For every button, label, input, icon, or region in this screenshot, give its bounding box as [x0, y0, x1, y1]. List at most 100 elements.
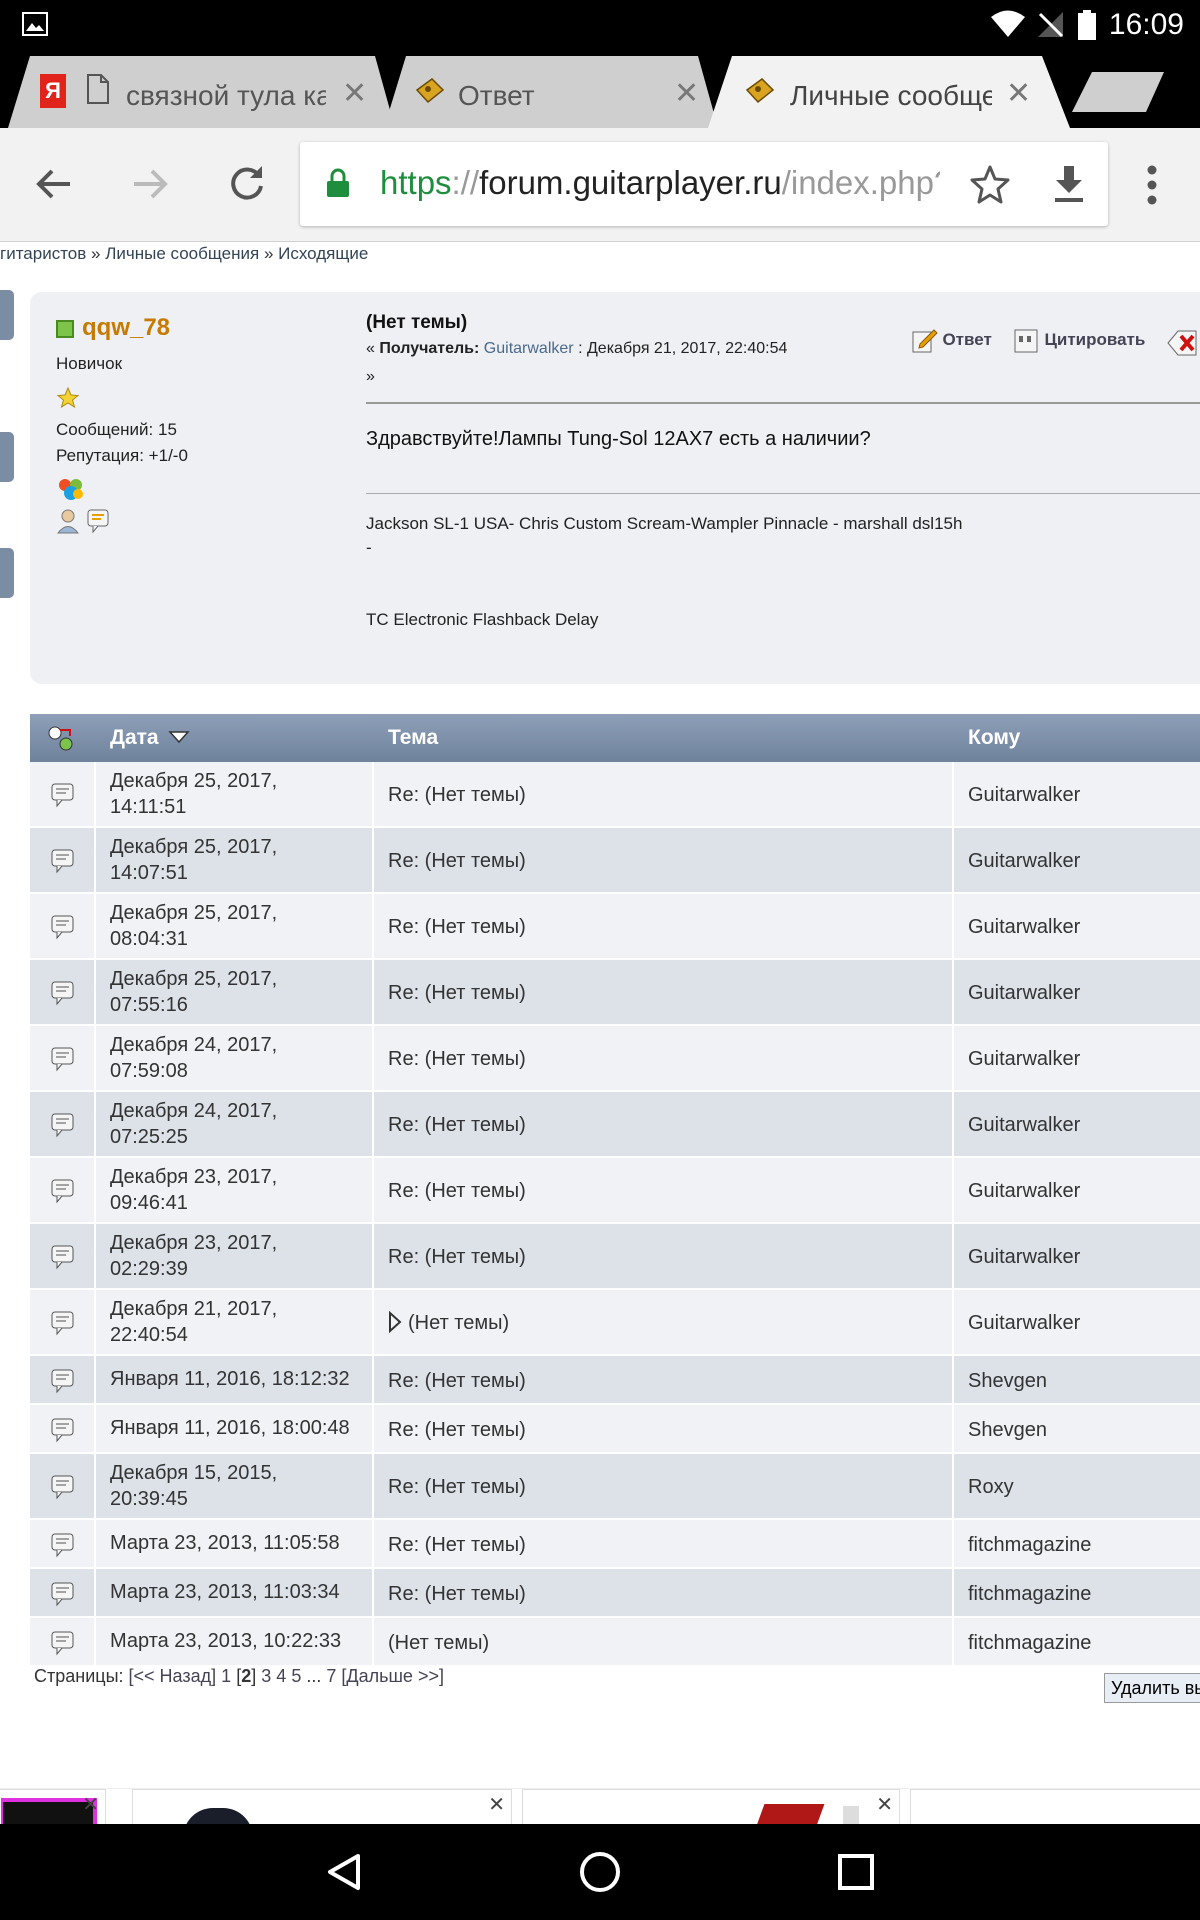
subject-link[interactable]: Re: (Нет темы)	[388, 1534, 526, 1557]
table-row[interactable]: Марта 23, 2013, 11:03:34 Re: (Нет темы) fi…	[30, 1569, 1200, 1618]
msn-icon[interactable]	[56, 476, 86, 502]
pager-page-7[interactable]: 7	[326, 1666, 336, 1686]
side-tab-handle[interactable]	[0, 432, 14, 482]
table-row[interactable]: Января 11, 2016, 18:12:32 Re: (Нет темы) S…	[30, 1356, 1200, 1405]
side-tab-handle[interactable]	[0, 548, 14, 598]
table-row[interactable]: Декабря 23, 2017, 02:29:39 Re: (Нет темы) G…	[30, 1224, 1200, 1290]
table-row[interactable]: Декабря 24, 2017, 07:59:08 Re: (Нет темы) G…	[30, 1026, 1200, 1092]
ad-close-icon[interactable]: ✕	[488, 1792, 505, 1817]
delete-selected-button[interactable]: Удалить вы	[1104, 1673, 1200, 1703]
table-row[interactable]: Декабря 25, 2017, 14:07:51 Re: (Нет темы) G…	[30, 828, 1200, 894]
new-tab-button[interactable]	[1070, 70, 1166, 114]
subject-link[interactable]: Re: (Нет темы)	[388, 1180, 526, 1203]
recipient-link[interactable]: fitchmagazine	[968, 1534, 1091, 1557]
recipient-link[interactable]: fitchmagazine	[968, 1632, 1091, 1655]
subject-link[interactable]: Re: (Нет темы)	[388, 1370, 526, 1393]
recipient-link[interactable]: Guitarwalker	[968, 1246, 1080, 1269]
recipient-link[interactable]: Guitarwalker	[968, 916, 1080, 939]
subject-link[interactable]: Re: (Нет темы)	[388, 982, 526, 1005]
pager-page-1[interactable]: 1	[221, 1666, 231, 1686]
table-row[interactable]: Марта 23, 2013, 11:05:58 Re: (Нет темы) fi…	[30, 1520, 1200, 1569]
subject-link[interactable]: Re: (Нет темы)	[388, 784, 526, 807]
date-text: 20:39:45	[110, 1488, 188, 1510]
table-row[interactable]: Декабря 21, 2017, 22:40:54 (Нет темы) Guita…	[30, 1290, 1200, 1356]
send-pm-icon[interactable]	[86, 508, 112, 534]
pager-page-4[interactable]: 4	[276, 1666, 286, 1686]
table-row[interactable]: Января 11, 2016, 18:00:48 Re: (Нет темы) S…	[30, 1405, 1200, 1454]
table-row[interactable]: Декабря 24, 2017, 07:25:25 Re: (Нет темы) G…	[30, 1092, 1200, 1158]
nav-back-icon[interactable]	[324, 1852, 364, 1892]
nav-home-icon[interactable]	[578, 1850, 622, 1894]
subject-link[interactable]: Re: (Нет темы)	[388, 1583, 526, 1606]
recipient-link[interactable]: Shevgen	[968, 1419, 1047, 1442]
recipient-link[interactable]: fitchmagazine	[968, 1583, 1091, 1606]
recipient-link[interactable]: Guitarwalker	[968, 1114, 1080, 1137]
subject-link[interactable]: Re: (Нет темы)	[388, 1419, 526, 1442]
subject-link[interactable]: (Нет темы)	[388, 1632, 489, 1655]
recipient-link[interactable]: Guitarwalker	[968, 1180, 1080, 1203]
row-icon-cell	[30, 1290, 96, 1354]
tab-private-messages[interactable]: Личные сообщения ✕	[706, 56, 1076, 128]
reload-icon[interactable]	[228, 164, 266, 202]
ad-close-icon[interactable]: ✕	[82, 1792, 99, 1817]
download-icon[interactable]	[1052, 164, 1086, 204]
pager-next[interactable]: [Дальше >>]	[341, 1666, 444, 1686]
close-tab-icon[interactable]: ✕	[342, 76, 367, 111]
recipient-link[interactable]: Guitarwalker	[484, 340, 574, 357]
table-row[interactable]: Декабря 25, 2017, 14:11:51 Re: (Нет темы) G…	[30, 762, 1200, 828]
subject-link[interactable]: Re: (Нет темы)	[388, 916, 526, 939]
recipient-link[interactable]: Roxy	[968, 1476, 1014, 1499]
reply-button[interactable]: Ответ	[910, 326, 992, 354]
ad-banner[interactable]: ✕	[0, 1789, 106, 1825]
side-tab-handle[interactable]	[0, 290, 14, 340]
table-row[interactable]: Декабря 23, 2017, 09:46:41 Re: (Нет темы) G…	[30, 1158, 1200, 1224]
column-header-subject[interactable]: Тема	[388, 726, 438, 750]
delete-message-icon[interactable]	[1166, 328, 1200, 358]
pager-page-5[interactable]: 5	[291, 1666, 301, 1686]
subject-link[interactable]: (Нет темы)	[408, 1312, 509, 1335]
ad-banner[interactable]	[910, 1789, 1200, 1825]
column-header-to[interactable]: Кому	[968, 726, 1020, 750]
subject-link[interactable]: Re: (Нет темы)	[388, 1048, 526, 1071]
column-header-date[interactable]: Дата	[110, 726, 191, 750]
breadcrumb-private-messages[interactable]: Личные сообщения	[105, 244, 259, 263]
close-tab-icon[interactable]: ✕	[674, 76, 699, 111]
recipient-link[interactable]: Guitarwalker	[968, 1048, 1080, 1071]
date-cell: Марта 23, 2013, 11:05:58	[96, 1520, 374, 1567]
recipient-link[interactable]: Guitarwalker	[968, 784, 1080, 807]
menu-dots-icon[interactable]	[1144, 164, 1160, 206]
subject-link[interactable]: Re: (Нет темы)	[388, 850, 526, 873]
subject-link[interactable]: Re: (Нет темы)	[388, 1246, 526, 1269]
ad-image	[183, 1808, 253, 1825]
ad-banner[interactable]: ✕	[522, 1789, 900, 1825]
subject-link[interactable]: Re: (Нет темы)	[388, 1476, 526, 1499]
breadcrumb-guitarists[interactable]: гитаристов	[0, 244, 86, 263]
tab-svyaznoy[interactable]: Я связной тула ка ✕	[0, 56, 400, 128]
table-row[interactable]: Декабря 15, 2015, 20:39:45 Re: (Нет темы) R…	[30, 1454, 1200, 1520]
address-bar[interactable]: https://forum.guitarplayer.ru/index.php?…	[300, 142, 1108, 226]
subject-link[interactable]: Re: (Нет темы)	[388, 1114, 526, 1137]
nav-recents-icon[interactable]	[836, 1852, 876, 1892]
quote-button[interactable]: Цитировать	[1012, 326, 1145, 354]
bookmark-star-icon[interactable]	[970, 164, 1010, 204]
recipient-cell: Guitarwalker	[954, 1158, 1200, 1222]
table-row[interactable]: Марта 23, 2013, 10:22:33 (Нет темы) fitchm…	[30, 1618, 1200, 1667]
profile-icon[interactable]	[56, 508, 82, 534]
forward-icon[interactable]	[132, 166, 168, 202]
pager-prev[interactable]: [<< Назад]	[129, 1666, 217, 1686]
breadcrumb-outbox[interactable]: Исходящие	[278, 244, 368, 263]
author-name[interactable]: qqw_78	[82, 314, 170, 342]
recipient-link[interactable]: Guitarwalker	[968, 982, 1080, 1005]
recipient-link[interactable]: Shevgen	[968, 1370, 1047, 1393]
table-row[interactable]: Декабря 25, 2017, 07:55:16 Re: (Нет темы) G…	[30, 960, 1200, 1026]
recipient-link[interactable]: Guitarwalker	[968, 1312, 1080, 1335]
recipient-link[interactable]: Guitarwalker	[968, 850, 1080, 873]
close-tab-icon[interactable]: ✕	[1006, 76, 1031, 111]
ad-close-icon[interactable]: ✕	[876, 1792, 893, 1817]
back-icon[interactable]	[36, 166, 72, 202]
table-row[interactable]: Декабря 25, 2017, 08:04:31 Re: (Нет темы) G…	[30, 894, 1200, 960]
toggle-read-icon[interactable]	[46, 724, 76, 754]
pager-page-3[interactable]: 3	[261, 1666, 271, 1686]
tab-otvet[interactable]: Ответ ✕	[380, 56, 720, 128]
ad-banner[interactable]: ✕	[132, 1789, 512, 1825]
